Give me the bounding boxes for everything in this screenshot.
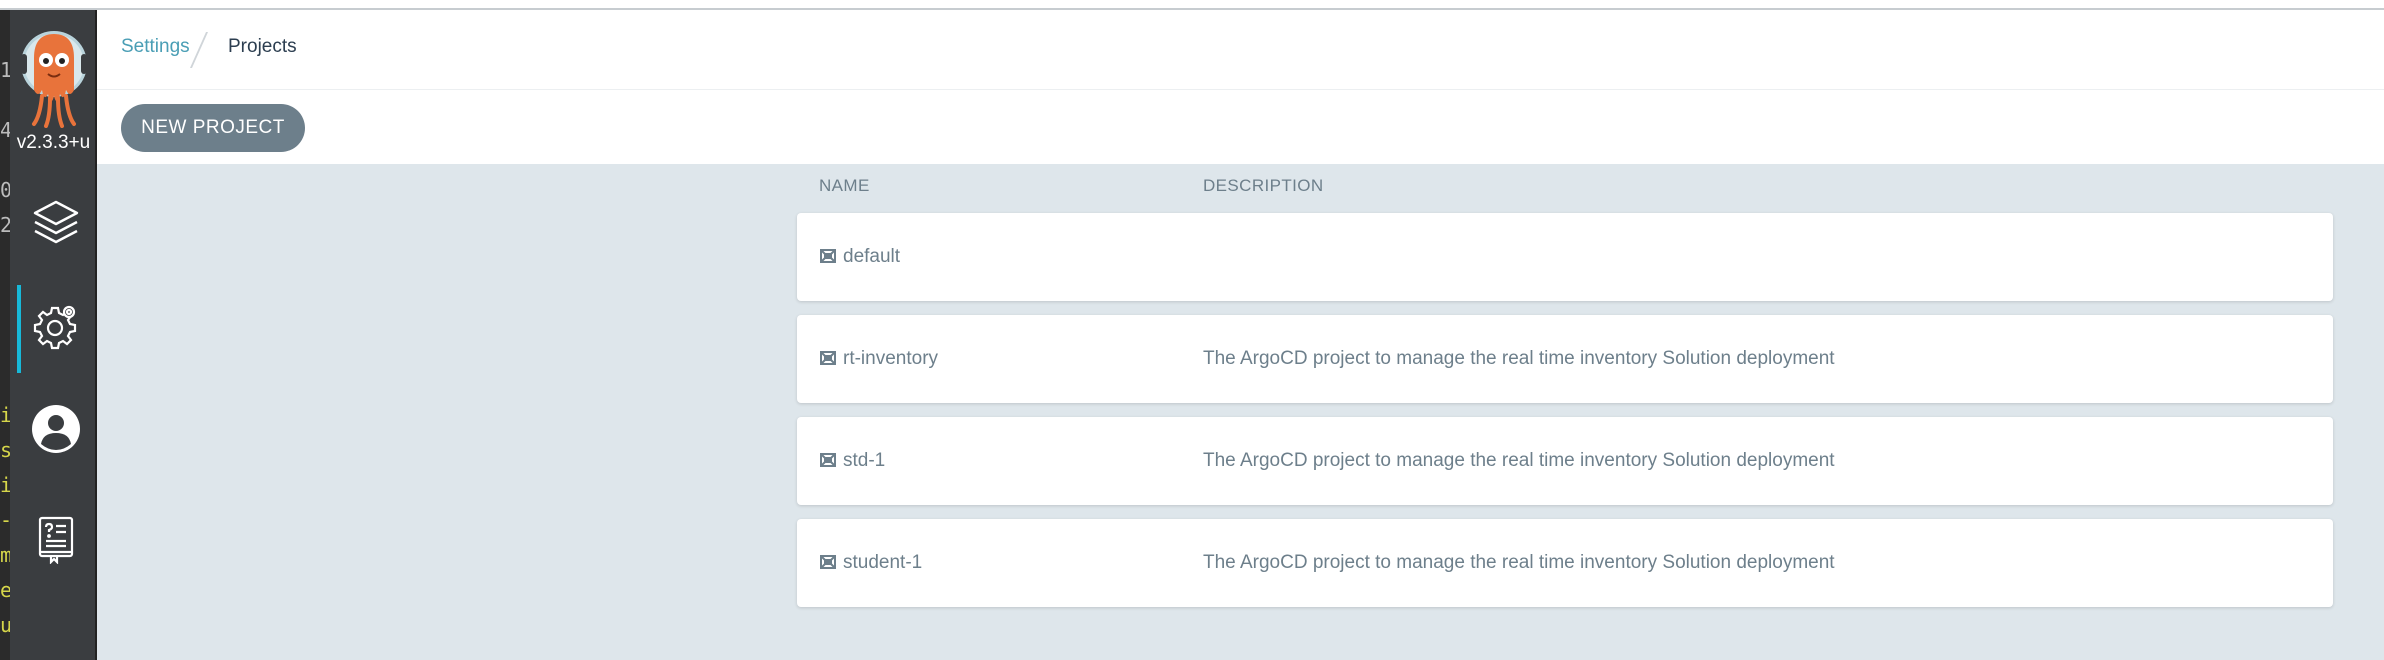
project-name: student-1 [843,552,923,573]
column-header-description: DESCRIPTION [1203,176,1324,195]
sidebar-item-applications[interactable] [28,196,84,252]
project-description: The ArgoCD project to manage the real ti… [1203,348,1835,369]
new-project-button[interactable]: NEW PROJECT [121,104,305,152]
sidebar: v2.3.3+u [10,10,97,660]
sidebar-item-settings[interactable] [28,301,84,357]
background-terminal-edge: 1 4 0 2 i s i - m e u [0,10,10,660]
table-header: NAME DESCRIPTION [0,176,2384,198]
table-row[interactable]: student-1 The ArgoCD project to manage t… [797,519,2333,607]
layers-icon [31,197,81,252]
table-row[interactable]: std-1 The ArgoCD project to manage the r… [797,417,2333,505]
book-icon [31,514,81,569]
project-description: The ArgoCD project to manage the real ti… [1203,450,1835,471]
project-name: std-1 [843,450,886,471]
project-icon [819,553,837,571]
sidebar-item-documentation[interactable] [28,513,84,569]
table-row[interactable]: default [797,213,2333,301]
project-icon [819,247,837,265]
window-top-strip [0,0,2384,10]
project-icon [819,349,837,367]
gear-icon [31,302,81,357]
project-description: The ArgoCD project to manage the real ti… [1203,552,1835,573]
sidebar-item-user-info[interactable] [28,403,84,459]
toolbar: NEW PROJECT [97,90,2384,164]
active-indicator [17,285,21,373]
page-header: Settings Projects [97,10,2384,90]
version-label: v2.3.3+u [16,132,91,153]
breadcrumb-separator [189,32,209,68]
user-circle-icon [31,404,81,459]
table-row[interactable]: rt-inventory The ArgoCD project to manag… [797,315,2333,403]
project-name: rt-inventory [843,348,939,369]
breadcrumb-settings-link[interactable]: Settings [121,36,190,58]
project-name: default [843,246,901,267]
argo-logo-icon[interactable] [20,28,88,128]
breadcrumb-current: Projects [228,36,297,57]
column-header-name: NAME [819,176,870,195]
project-icon [819,451,837,469]
